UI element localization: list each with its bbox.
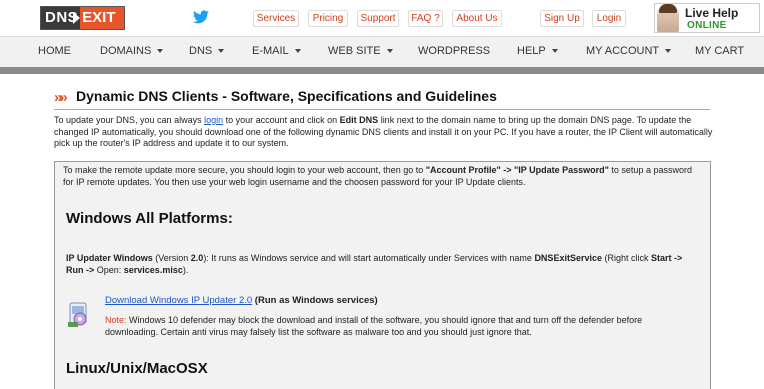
clients-box: To make the remote update more secure, y… <box>54 161 711 389</box>
nav-email-label: E-MAIL <box>252 45 289 57</box>
chevron-down-icon <box>157 49 164 54</box>
pricing-link[interactable]: Pricing <box>308 10 348 27</box>
nav-dns[interactable]: DNS <box>189 45 225 57</box>
nav-help[interactable]: HELP <box>517 45 558 57</box>
main-nav: HOME DOMAINS DNS E-MAIL WEB SITE WORDPRE… <box>0 36 764 67</box>
security-note-path: "Account Profile" -> "IP Update Password… <box>425 165 609 175</box>
twitter-icon[interactable] <box>193 10 209 24</box>
security-note-text-1: To make the remote update more secure, y… <box>63 165 426 175</box>
win-version-prefix: (Version <box>152 253 191 263</box>
chevron-down-icon <box>294 49 301 54</box>
intro-text-1: To update your DNS, you can always <box>54 115 205 125</box>
defender-note: Note: Windows 10 defender may block the … <box>105 315 695 338</box>
nav-my-cart[interactable]: MY CART <box>695 45 744 57</box>
dnsexit-logo[interactable]: DNS EXIT <box>40 6 125 30</box>
win-service-name: DNSExitService <box>534 253 602 263</box>
about-us-link[interactable]: About Us <box>452 10 502 27</box>
win-product-name: IP Updater Windows <box>66 253 153 263</box>
nav-website[interactable]: WEB SITE <box>328 45 393 57</box>
faq-link[interactable]: FAQ ? <box>408 10 443 27</box>
win-services-msc: services.misc <box>123 265 183 275</box>
security-note: To make the remote update more secure, y… <box>63 165 703 188</box>
main-content: »» Dynamic DNS Clients - Software, Speci… <box>44 74 720 389</box>
intro-paragraph: To update your DNS, you can always login… <box>54 115 714 150</box>
win-version-number: 2.0 <box>190 253 204 263</box>
windows-description: IP Updater Windows (Version 2.0): It run… <box>66 252 696 276</box>
chevron-down-icon <box>218 49 225 54</box>
top-bar: DNS EXIT Services Pricing Support FAQ ? … <box>0 0 764 36</box>
win-desc-2: (Right click <box>601 253 651 263</box>
logo-arrow-icon <box>73 12 81 24</box>
nav-home-label: HOME <box>38 45 71 57</box>
services-link[interactable]: Services <box>253 10 299 27</box>
chevron-down-icon <box>386 49 393 54</box>
chevron-down-icon <box>551 49 558 54</box>
download-suffix: (Run as Windows services) <box>252 295 378 306</box>
installer-icon <box>68 302 87 327</box>
sign-up-link[interactable]: Sign Up <box>540 10 584 27</box>
intro-text-2: to your account and click on <box>223 115 340 125</box>
nav-my-account-label: MY ACCOUNT <box>586 45 660 57</box>
nav-divider <box>0 67 764 74</box>
chevron-down-icon <box>665 49 672 54</box>
nav-dns-label: DNS <box>189 45 213 57</box>
linux-heading: Linux/Unix/MacOSX <box>66 360 208 377</box>
edit-dns-label: Edit DNS <box>339 115 379 125</box>
nav-home[interactable]: HOME <box>38 45 71 57</box>
note-label: Note: <box>105 315 127 325</box>
nav-website-label: WEB SITE <box>328 45 381 57</box>
page-title: Dynamic DNS Clients - Software, Specific… <box>76 88 497 104</box>
note-text: Windows 10 defender may block the downlo… <box>105 315 643 337</box>
nav-my-cart-label: MY CART <box>695 45 745 57</box>
nav-my-account[interactable]: MY ACCOUNT <box>586 45 672 57</box>
live-help-widget[interactable]: Live Help ONLINE <box>654 3 760 33</box>
login-link[interactable]: Login <box>592 10 626 27</box>
nav-domains[interactable]: DOMAINS <box>100 45 164 57</box>
double-chevron-icon: »» <box>54 89 68 106</box>
nav-wordpress-label: WORDPRESS <box>418 45 491 57</box>
agent-avatar <box>657 4 679 32</box>
nav-email[interactable]: E-MAIL <box>252 45 301 57</box>
support-link[interactable]: Support <box>357 10 399 27</box>
nav-domains-label: DOMAINS <box>100 45 152 57</box>
live-help-title: Live Help <box>685 6 739 20</box>
nav-help-label: HELP <box>517 45 546 57</box>
download-windows-link[interactable]: Download Windows IP Updater 2.0 <box>105 295 252 306</box>
nav-wordpress[interactable]: WORDPRESS <box>418 45 490 57</box>
live-help-status: ONLINE <box>687 20 727 31</box>
logo-exit-label: EXIT <box>82 9 116 26</box>
login-inline-link[interactable]: login <box>204 115 223 125</box>
logo-exit-text: EXIT <box>73 7 124 29</box>
title-row: »» Dynamic DNS Clients - Software, Speci… <box>54 88 710 110</box>
win-desc-4: ). <box>182 265 189 275</box>
windows-heading: Windows All Platforms: <box>66 210 233 227</box>
download-line: Download Windows IP Updater 2.0 (Run as … <box>105 295 378 306</box>
win-desc-3: Open: <box>94 265 124 275</box>
win-desc-1: ): It runs as Windows service and will s… <box>203 253 535 263</box>
